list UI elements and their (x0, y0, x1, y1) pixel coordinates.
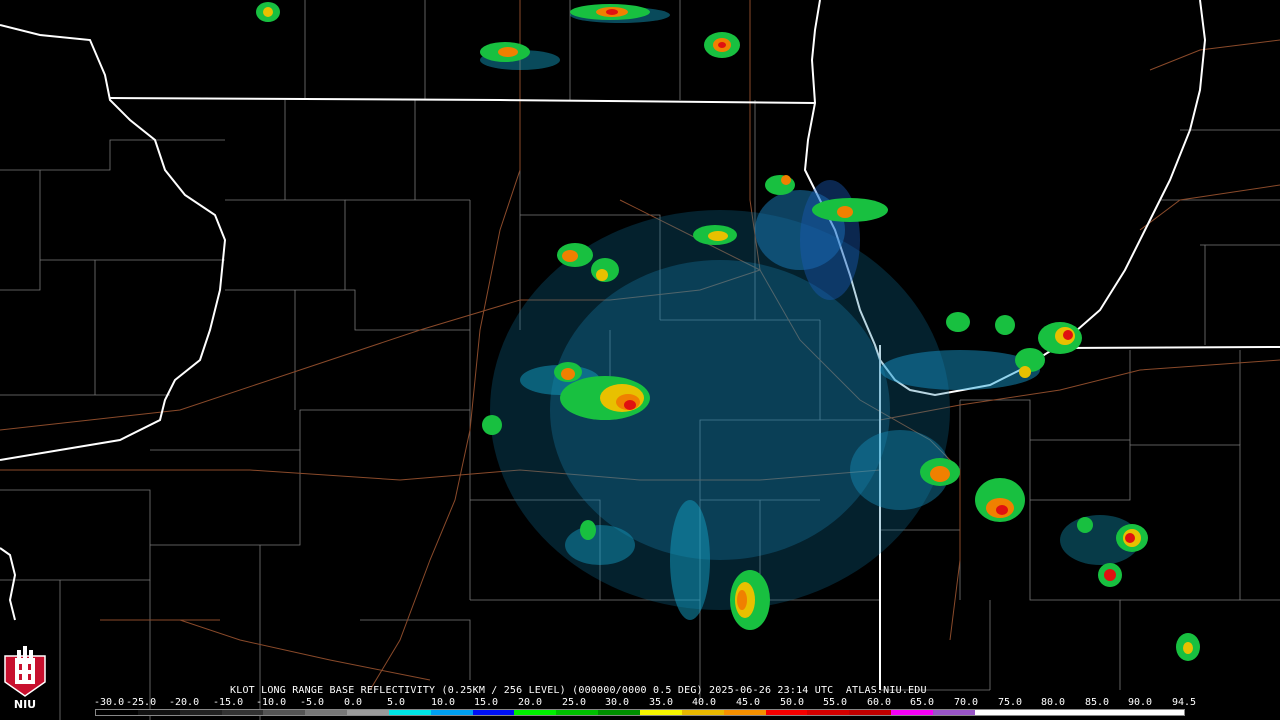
color-scale-segment (556, 710, 599, 715)
radar-map (0, 0, 1280, 720)
scale-label: 94.5 (1172, 697, 1197, 708)
scale-label: 70.0 (954, 697, 979, 708)
scale-label: -20.0 (169, 697, 200, 708)
color-scale-segment (932, 710, 975, 715)
scale-label: -25.0 (126, 697, 157, 708)
scale-label: 5.0 (387, 697, 406, 708)
color-scale-segment (221, 710, 264, 715)
color-scale-segment (263, 710, 306, 715)
color-scale-segment (137, 710, 180, 715)
niu-logo: NIU (3, 646, 47, 716)
scale-label: 30.0 (605, 697, 630, 708)
niu-tower-icon (4, 646, 46, 697)
color-scale-segment (388, 710, 431, 715)
scale-label: -30.0 (94, 697, 125, 708)
scale-label: 55.0 (823, 697, 848, 708)
color-scale-segment (891, 710, 933, 715)
color-scale-segment (430, 710, 473, 715)
color-scale-segment (96, 710, 138, 715)
radar-display: KLOT LONG RANGE BASE REFLECTIVITY (0.25K… (0, 0, 1280, 720)
scale-label: 90.0 (1128, 697, 1153, 708)
product-title: KLOT LONG RANGE BASE REFLECTIVITY (0.25K… (230, 685, 927, 696)
color-scale-segment (974, 710, 1017, 715)
scale-label: 50.0 (780, 697, 805, 708)
scale-label: 0.0 (344, 697, 363, 708)
scale-label: 65.0 (910, 697, 935, 708)
scale-label: 75.0 (998, 697, 1023, 708)
scale-label: -15.0 (213, 697, 244, 708)
scale-label: 85.0 (1085, 697, 1110, 708)
color-scale-segment (514, 710, 557, 715)
color-scale-segment (1142, 710, 1184, 715)
reflectivity-echoes-light (480, 7, 1140, 620)
color-scale-segment (1100, 710, 1143, 715)
color-scale-segment (305, 710, 348, 715)
scale-label: 45.0 (736, 697, 761, 708)
color-scale-segment (723, 710, 766, 715)
color-scale-segment (849, 710, 892, 715)
color-scale-segment (681, 710, 724, 715)
color-scale-segment (598, 710, 640, 715)
color-scale-bar (95, 709, 1185, 716)
color-scale-segment (807, 710, 850, 715)
scale-label: 20.0 (518, 697, 543, 708)
color-scale-segment (179, 710, 222, 715)
color-scale-segment (765, 710, 808, 715)
color-scale-segment (1058, 710, 1101, 715)
color-scale-segment (639, 710, 682, 715)
scale-label: 80.0 (1041, 697, 1066, 708)
scale-label: 40.0 (692, 697, 717, 708)
scale-label: -5.0 (300, 697, 325, 708)
scale-label: 15.0 (474, 697, 499, 708)
scale-label: -10.0 (256, 697, 287, 708)
scale-label: 60.0 (867, 697, 892, 708)
color-scale-segment (472, 710, 515, 715)
scale-labels: -30.0 -25.0 -20.0 -15.0 -10.0 -5.0 0.0 5.0 10.0 1… (94, 697, 1197, 708)
color-scale-segment (1016, 710, 1059, 715)
scale-label: 25.0 (562, 697, 587, 708)
scale-label: 10.0 (431, 697, 456, 708)
color-scale-segment (347, 710, 389, 715)
niu-logo-text: NIU (13, 698, 37, 711)
scale-label: 35.0 (649, 697, 674, 708)
